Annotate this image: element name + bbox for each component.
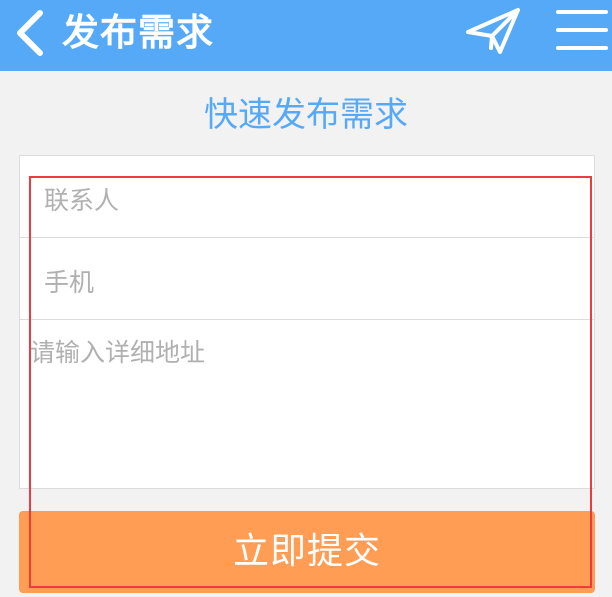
submit-button[interactable]: 立即提交: [19, 511, 595, 593]
phone-input[interactable]: [20, 238, 594, 319]
menu-button[interactable]: [554, 6, 610, 56]
page-title: 发布需求: [62, 11, 214, 54]
back-button[interactable]: [12, 9, 48, 57]
hamburger-menu-icon: [556, 10, 608, 50]
paper-plane-icon: [466, 8, 520, 54]
app-header: 发布需求: [0, 0, 612, 71]
form-heading: 快速发布需求: [204, 95, 408, 135]
contact-field-row: [20, 156, 594, 238]
chevron-left-icon: [17, 10, 43, 56]
phone-field-row: [20, 238, 594, 320]
contact-name-input[interactable]: [20, 156, 594, 237]
send-button[interactable]: [464, 6, 522, 58]
address-textarea[interactable]: [30, 336, 588, 484]
